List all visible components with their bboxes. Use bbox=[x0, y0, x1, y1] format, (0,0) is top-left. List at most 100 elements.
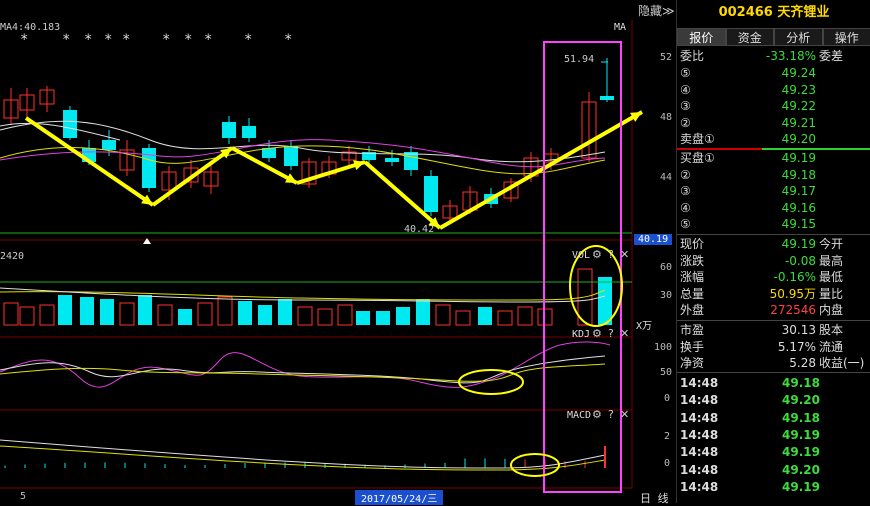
volume-bar-down bbox=[416, 299, 430, 325]
quote-value: -0.08 bbox=[785, 253, 816, 270]
chart-area[interactable]: MA4:40.183 MA 隐藏≫ 2420 ********** 52 48 … bbox=[0, 0, 675, 503]
weibi-row: 委比 -33.18% 委差 bbox=[677, 48, 870, 65]
buy-level-price: 49.19 bbox=[782, 150, 816, 167]
buy-level-row: 买盘①49.19 bbox=[677, 150, 870, 167]
kdj-gear-icon[interactable]: ⚙ bbox=[592, 327, 602, 340]
candle-body-down bbox=[600, 96, 614, 100]
hide-button[interactable]: 隐藏≫ bbox=[638, 2, 675, 19]
buy-level-label: ⑤ bbox=[680, 216, 691, 233]
signal-star: * bbox=[20, 32, 28, 48]
vol-close-icon[interactable]: ✕ bbox=[620, 248, 629, 261]
kdj-tick-100: 100 bbox=[654, 342, 672, 353]
quote-panel: 002466 天齐锂业 报价 资金 分析 操作 委比 -33.18% 委差 ⑤4… bbox=[676, 0, 870, 503]
macd-indicator-label[interactable]: MACD bbox=[567, 410, 591, 421]
volume-bar-up bbox=[120, 303, 134, 325]
bottom-left-label: 5 bbox=[20, 491, 26, 502]
stat-row: 市盈30.13股本 bbox=[677, 322, 870, 339]
trade-row: 14:4849.19 bbox=[677, 479, 870, 496]
vol-help-icon[interactable]: ? bbox=[608, 248, 614, 261]
volume-bar-up bbox=[498, 311, 512, 325]
kdj-j-line bbox=[0, 342, 610, 387]
trade-time: 14:48 bbox=[680, 375, 718, 392]
quote-label-right: 今开 bbox=[819, 236, 843, 253]
signal-star: * bbox=[62, 32, 70, 48]
macd-close-icon[interactable]: ✕ bbox=[620, 408, 629, 421]
tab-operation[interactable]: 操作 bbox=[823, 28, 870, 46]
sell-level-price: 49.22 bbox=[782, 98, 816, 115]
trade-price: 49.18 bbox=[782, 375, 820, 392]
quote-value: 272546 bbox=[770, 302, 816, 319]
quote-label-right: 最高 bbox=[819, 253, 843, 270]
kdj-help-icon[interactable]: ? bbox=[608, 327, 614, 340]
buy-level-row: ③49.17 bbox=[677, 183, 870, 200]
signal-star: * bbox=[84, 32, 92, 48]
volume-bar-up bbox=[436, 305, 450, 325]
vol-gear-icon[interactable]: ⚙ bbox=[592, 248, 602, 261]
trade-price: 49.20 bbox=[782, 392, 820, 409]
weibi-label: 委比 bbox=[680, 48, 704, 65]
panel-tabs: 报价 资金 分析 操作 bbox=[677, 28, 870, 46]
stat-label: 净资 bbox=[680, 355, 704, 372]
kdj-cross-circle bbox=[459, 370, 523, 394]
trade-price: 49.19 bbox=[782, 479, 820, 496]
low-mark: 40.42 bbox=[404, 224, 434, 235]
weicha-label: 委差 bbox=[819, 48, 843, 65]
period-label[interactable]: 日 线 bbox=[640, 490, 669, 506]
macd-help-icon[interactable]: ? bbox=[608, 408, 614, 421]
sell-level-row: ⑤49.24 bbox=[677, 65, 870, 82]
candle-body-down bbox=[102, 140, 116, 150]
quote-label-right: 量比 bbox=[819, 286, 843, 303]
kdj-close-icon[interactable]: ✕ bbox=[620, 327, 629, 340]
tab-analysis[interactable]: 分析 bbox=[774, 28, 823, 46]
weibi-value: -33.18% bbox=[766, 48, 816, 65]
ma-right-label: MA bbox=[614, 22, 626, 33]
volume-bar-down bbox=[356, 311, 370, 325]
candle-body-down bbox=[222, 122, 236, 138]
trade-row: 14:4849.19 bbox=[677, 427, 870, 444]
quote-label: 涨跌 bbox=[680, 253, 704, 270]
signal-star: * bbox=[104, 32, 112, 48]
volume-bar-up bbox=[298, 307, 312, 325]
quote-value: 49.19 bbox=[782, 236, 816, 253]
kdj-indicator-label[interactable]: KDJ bbox=[572, 329, 590, 340]
stat-row: 净资 5.28收益(一) bbox=[677, 355, 870, 372]
high-mark: 51.94 bbox=[564, 54, 594, 65]
volume-bar-down bbox=[138, 295, 152, 325]
trade-price: 49.20 bbox=[782, 462, 820, 479]
vol-indicator-label[interactable]: VOL bbox=[572, 250, 590, 261]
stat-label: 换手 bbox=[680, 339, 704, 356]
macd-gear-icon[interactable]: ⚙ bbox=[592, 408, 602, 421]
sell-level-row: 卖盘①49.20 bbox=[677, 131, 870, 148]
quote-label: 总量 bbox=[680, 286, 704, 303]
macd-dea-line bbox=[0, 446, 605, 470]
stat-label: 市盈 bbox=[680, 322, 704, 339]
volume-bar-down bbox=[478, 307, 492, 325]
buy-level-label: ③ bbox=[680, 183, 691, 200]
quote-row: 涨跌 -0.08最高 bbox=[677, 253, 870, 270]
trend-arrow-line bbox=[440, 112, 642, 228]
volume-bar-down bbox=[396, 307, 410, 325]
buy-level-label: ④ bbox=[680, 200, 691, 217]
volume-bar-down bbox=[178, 309, 192, 325]
sell-level-price: 49.20 bbox=[782, 131, 816, 148]
trade-time: 14:48 bbox=[680, 444, 718, 461]
signal-star: * bbox=[184, 32, 192, 48]
volume-bar-down bbox=[598, 277, 612, 325]
buy-level-price: 49.16 bbox=[782, 200, 816, 217]
stat-label-right: 收益(一) bbox=[819, 355, 864, 372]
kdj-k-line bbox=[0, 356, 605, 383]
tab-funds[interactable]: 资金 bbox=[726, 28, 775, 46]
quote-row: 涨幅-0.16%最低 bbox=[677, 269, 870, 286]
candle-body-down bbox=[385, 158, 399, 162]
sell-level-label: ④ bbox=[680, 82, 691, 99]
signal-star: * bbox=[162, 32, 170, 48]
volume-bar-down bbox=[376, 311, 390, 325]
stock-title: 002466 天齐锂业 bbox=[677, 0, 870, 26]
volume-bar-up bbox=[338, 305, 352, 325]
trade-time: 14:48 bbox=[680, 427, 718, 444]
candle-body-down bbox=[424, 176, 438, 212]
tab-quote[interactable]: 报价 bbox=[677, 28, 726, 46]
stat-label-right: 流通 bbox=[819, 339, 843, 356]
volume-bar-down bbox=[258, 305, 272, 325]
stat-value: 5.28 bbox=[789, 355, 816, 372]
